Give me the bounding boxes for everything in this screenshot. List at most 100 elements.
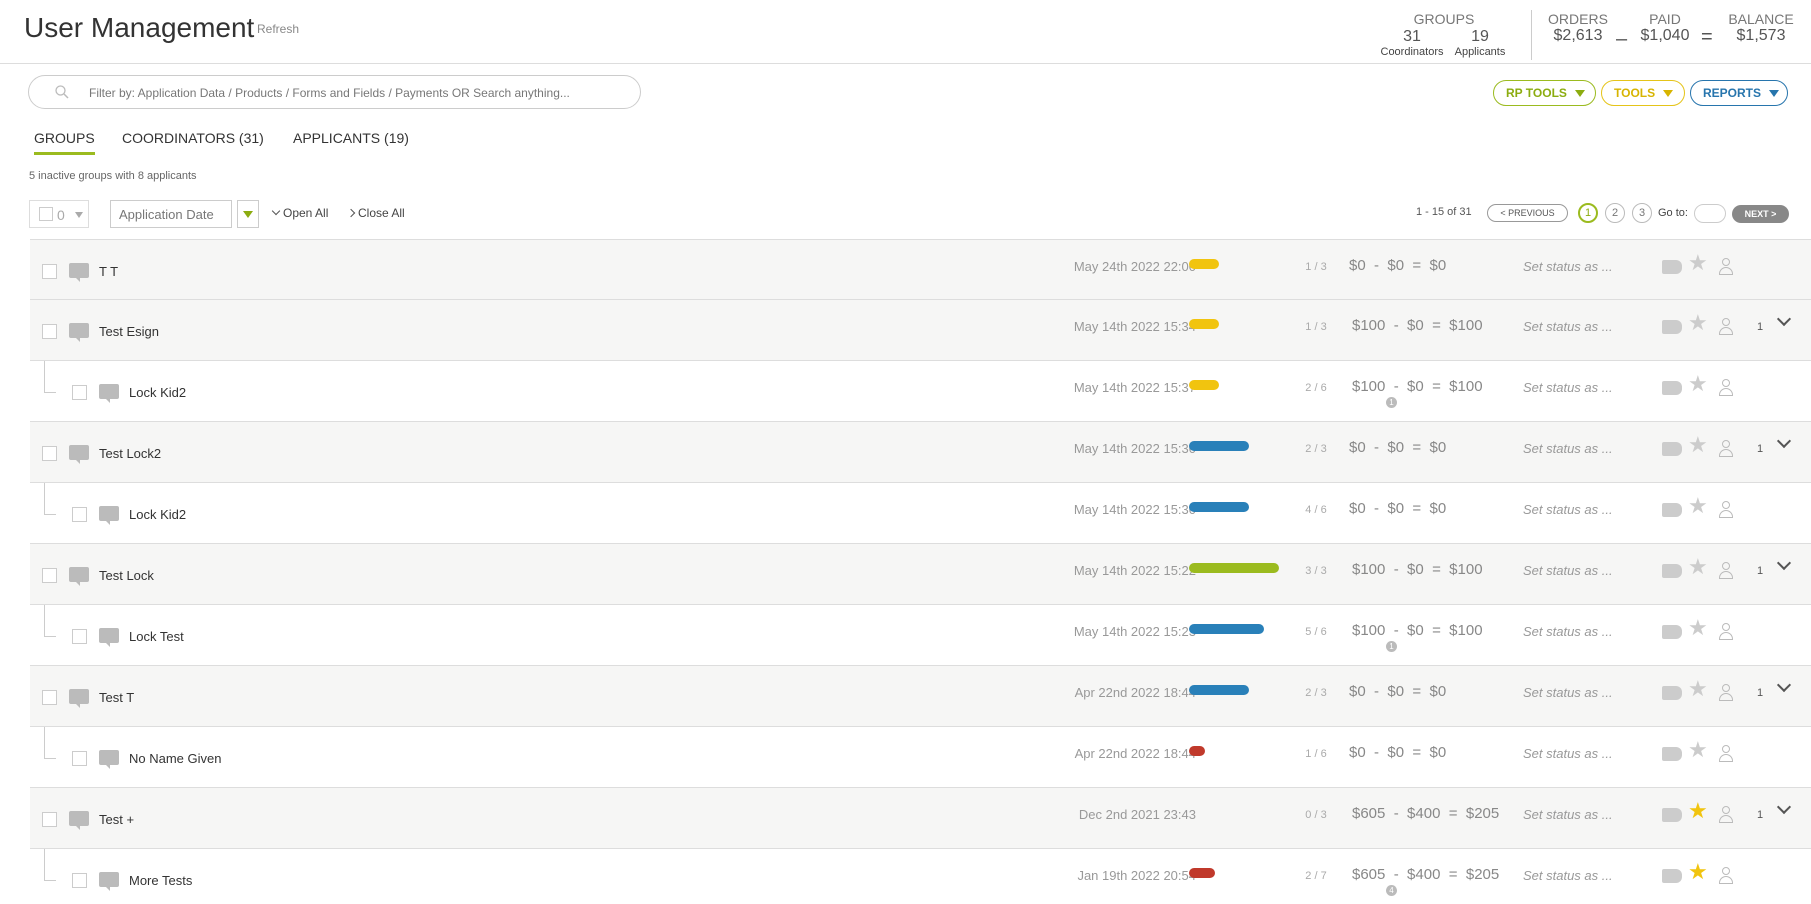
page-3-button[interactable]: 3 — [1632, 203, 1652, 223]
user-icon[interactable] — [1719, 258, 1733, 276]
row-name[interactable]: Lock Kid2 — [129, 507, 186, 522]
page-1-button[interactable]: 1 — [1578, 203, 1598, 223]
row-checkbox[interactable] — [42, 446, 57, 461]
page-2-button[interactable]: 2 — [1605, 203, 1625, 223]
star-icon[interactable]: ★ — [1688, 311, 1708, 336]
open-all-button[interactable]: Open All — [271, 206, 328, 220]
star-icon[interactable]: ★ — [1688, 799, 1708, 824]
star-icon[interactable]: ★ — [1688, 251, 1708, 276]
chevron-down-icon[interactable] — [1776, 311, 1792, 327]
row-checkbox[interactable] — [42, 690, 57, 705]
set-status-link[interactable]: Set status as ... — [1523, 624, 1613, 639]
message-icon[interactable] — [69, 811, 89, 826]
message-icon[interactable] — [99, 872, 119, 887]
row-checkbox[interactable] — [72, 873, 87, 888]
row-checkbox[interactable] — [72, 751, 87, 766]
star-icon[interactable]: ★ — [1688, 677, 1708, 702]
message-icon[interactable] — [99, 506, 119, 521]
applicant-row[interactable]: No Name Given Apr 22nd 2022 18:44 1 / 6 $0 … — [30, 727, 1811, 788]
tag-icon[interactable] — [1662, 260, 1682, 274]
user-icon[interactable] — [1719, 867, 1733, 885]
row-checkbox[interactable] — [42, 568, 57, 583]
row-checkbox[interactable] — [72, 629, 87, 644]
row-checkbox[interactable] — [42, 812, 57, 827]
row-checkbox[interactable] — [42, 264, 57, 279]
row-name[interactable]: Test Lock — [99, 568, 154, 583]
group-row[interactable]: T T May 24th 2022 22:00 1 / 3 $0 - $0 = $0 S… — [30, 239, 1811, 300]
set-status-link[interactable]: Set status as ... — [1523, 807, 1613, 822]
row-name[interactable]: Test + — [99, 812, 134, 827]
row-name[interactable]: No Name Given — [129, 751, 221, 766]
message-icon[interactable] — [69, 323, 89, 338]
star-icon[interactable]: ★ — [1688, 860, 1708, 885]
group-row[interactable]: Test Lock2 May 14th 2022 15:30 2 / 3 $0 - $… — [30, 422, 1811, 483]
star-icon[interactable]: ★ — [1688, 555, 1708, 580]
tag-icon[interactable] — [1662, 564, 1682, 578]
chevron-down-icon[interactable] — [1776, 799, 1792, 815]
set-status-link[interactable]: Set status as ... — [1523, 563, 1613, 578]
tag-icon[interactable] — [1662, 808, 1682, 822]
star-icon[interactable]: ★ — [1688, 433, 1708, 458]
set-status-link[interactable]: Set status as ... — [1523, 380, 1613, 395]
user-icon[interactable] — [1719, 318, 1733, 336]
select-all-checkbox[interactable] — [39, 207, 53, 221]
row-checkbox[interactable] — [72, 385, 87, 400]
set-status-link[interactable]: Set status as ... — [1523, 746, 1613, 761]
group-row[interactable]: Test Esign May 14th 2022 15:34 1 / 3 $100 -… — [30, 300, 1811, 361]
chevron-down-icon[interactable] — [1776, 555, 1792, 571]
previous-page-button[interactable]: < PREVIOUS — [1487, 204, 1568, 222]
reports-button[interactable]: REPORTS — [1690, 80, 1788, 106]
chevron-down-icon[interactable] — [1776, 433, 1792, 449]
star-icon[interactable]: ★ — [1688, 372, 1708, 397]
message-icon[interactable] — [69, 567, 89, 582]
bulk-select-dropdown[interactable]: 0 — [29, 200, 89, 228]
star-icon[interactable]: ★ — [1688, 494, 1708, 519]
set-status-link[interactable]: Set status as ... — [1523, 441, 1613, 456]
tab-applicants[interactable]: APPLICANTS (19) — [293, 130, 409, 146]
set-status-link[interactable]: Set status as ... — [1523, 259, 1613, 274]
message-icon[interactable] — [99, 750, 119, 765]
user-icon[interactable] — [1719, 745, 1733, 763]
refresh-link[interactable]: Refresh — [257, 22, 299, 36]
group-row[interactable]: Test T Apr 22nd 2022 18:44 2 / 3 $0 - $0 = … — [30, 666, 1811, 727]
row-name[interactable]: Test Esign — [99, 324, 159, 339]
search-bar[interactable] — [28, 75, 641, 109]
chevron-down-icon[interactable] — [1776, 677, 1792, 693]
row-checkbox[interactable] — [72, 507, 87, 522]
star-icon[interactable]: ★ — [1688, 616, 1708, 641]
message-icon[interactable] — [99, 628, 119, 643]
row-name[interactable]: More Tests — [129, 873, 192, 888]
star-icon[interactable]: ★ — [1688, 738, 1708, 763]
tag-icon[interactable] — [1662, 625, 1682, 639]
tag-icon[interactable] — [1662, 747, 1682, 761]
tag-icon[interactable] — [1662, 320, 1682, 334]
tag-icon[interactable] — [1662, 869, 1682, 883]
applicant-row[interactable]: Lock Kid2 May 14th 2022 15:37 2 / 6 $100 - … — [30, 361, 1811, 422]
rp-tools-button[interactable]: RP TOOLS — [1493, 80, 1596, 106]
user-icon[interactable] — [1719, 623, 1733, 641]
user-icon[interactable] — [1719, 562, 1733, 580]
row-name[interactable]: Test Lock2 — [99, 446, 161, 461]
row-checkbox[interactable] — [42, 324, 57, 339]
message-icon[interactable] — [99, 384, 119, 399]
goto-page-input[interactable] — [1694, 204, 1726, 223]
applicant-row[interactable]: Lock Test May 14th 2022 15:23 5 / 6 $100 - … — [30, 605, 1811, 666]
tag-icon[interactable] — [1662, 503, 1682, 517]
tag-icon[interactable] — [1662, 381, 1682, 395]
sort-field-select[interactable]: Application Date — [110, 200, 232, 228]
row-name[interactable]: Lock Test — [129, 629, 184, 644]
sort-direction-button[interactable] — [237, 200, 259, 228]
group-row[interactable]: Test + Dec 2nd 2021 23:43 0 / 3 $605 - $400… — [30, 788, 1811, 849]
message-icon[interactable] — [69, 263, 89, 278]
row-name[interactable]: T T — [99, 264, 118, 279]
user-icon[interactable] — [1719, 379, 1733, 397]
group-row[interactable]: Test Lock May 14th 2022 15:22 3 / 3 $100 - … — [30, 544, 1811, 605]
search-input[interactable] — [89, 82, 629, 104]
row-name[interactable]: Lock Kid2 — [129, 385, 186, 400]
message-icon[interactable] — [69, 445, 89, 460]
set-status-link[interactable]: Set status as ... — [1523, 868, 1613, 883]
message-icon[interactable] — [69, 689, 89, 704]
row-name[interactable]: Test T — [99, 690, 134, 705]
user-icon[interactable] — [1719, 440, 1733, 458]
set-status-link[interactable]: Set status as ... — [1523, 319, 1613, 334]
